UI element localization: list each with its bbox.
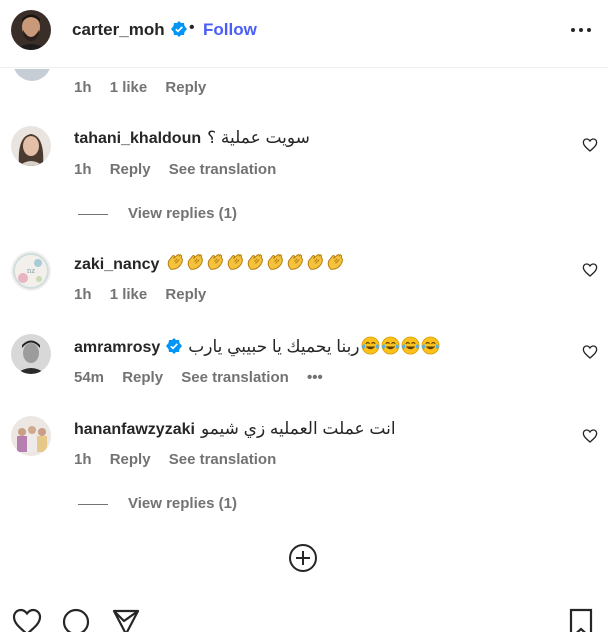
comment-meta: 54m Reply See translation ••• [74,369,337,386]
see-translation-link[interactable]: See translation [181,369,289,386]
comment-text: ربنا يحميك يا حبيبي يارب [188,337,360,356]
clapping-hands-emoji [228,254,244,270]
comment-meta: 1h 1 like Reply [74,79,220,96]
heart-outline-icon[interactable] [582,428,598,444]
add-comment-icon[interactable] [288,543,318,573]
reply-button[interactable]: Reply [122,369,163,386]
view-replies-button[interactable]: View replies (1) [78,205,237,222]
post-username[interactable]: carter_moh [72,20,187,40]
tears-of-joy-emoji [421,336,439,355]
like-icon[interactable] [12,608,42,632]
reply-button[interactable]: Reply [110,451,151,468]
avatar[interactable]: nz [11,251,51,291]
comment-meta: 1h Reply See translation [74,161,290,178]
avatar[interactable] [11,334,51,374]
comment-username[interactable]: amramrosy [74,338,183,356]
see-translation-link[interactable]: See translation [169,451,277,468]
clapping-hands-emoji [168,254,184,270]
divider [78,213,108,215]
clapping-hands-emoji [328,254,344,270]
tears-of-joy-emoji [401,336,419,355]
username-text[interactable]: carter_moh [72,20,165,39]
verified-badge-icon [166,338,183,354]
likes-count[interactable]: 1 like [110,286,148,303]
comment-time: 1h [74,451,92,468]
view-replies-button[interactable]: View replies (1) [78,495,237,512]
follow-button[interactable]: Follow [203,20,257,40]
verified-badge-icon [170,21,187,37]
clapping-hands-emoji [248,254,264,270]
comment-text: انت عملت العمليه زي شيمو [200,419,396,438]
avatar[interactable] [11,10,51,50]
comment-options-button[interactable]: ••• [307,369,323,386]
see-translation-link[interactable]: See translation [169,161,277,178]
clapping-hands-emoji [188,254,204,270]
avatar[interactable] [11,126,51,166]
comment-meta: 1h Reply See translation [74,451,290,468]
heart-outline-icon[interactable] [582,344,598,360]
comment-body: hananfawzyzaki انت عملت العمليه زي شيمو [74,419,396,439]
comment-icon[interactable] [61,608,91,632]
emoji-group [360,336,440,356]
svg-text:nz: nz [27,267,36,275]
comment-time: 54m [74,369,105,386]
comment-username[interactable]: tahani_khaldoun [74,130,201,147]
comment-time: 1h [74,161,92,178]
save-icon[interactable] [566,608,596,632]
likes-count[interactable]: 1 like [110,79,148,96]
tears-of-joy-emoji [361,336,379,355]
reply-button[interactable]: Reply [165,286,206,303]
clapping-hands-emoji [288,254,304,270]
comment-body: zaki_nancy [74,253,345,274]
separator-dot: • [189,19,195,36]
view-replies-label[interactable]: View replies (1) [128,205,237,222]
avatar[interactable] [11,416,51,456]
comment-meta: 1h 1 like Reply [74,286,220,303]
comment-time: 1h [74,286,92,303]
clapping-hands-emoji [208,254,224,270]
divider [78,503,108,505]
heart-outline-icon[interactable] [582,137,598,153]
reply-button[interactable]: Reply [165,79,206,96]
comment-body: tahani_khaldoun سويت عملية ؟ [74,128,310,148]
heart-outline-icon[interactable] [582,262,598,278]
comment-text [165,254,345,273]
comment-time: 1h [74,79,92,96]
more-options-icon[interactable] [569,20,593,40]
share-icon[interactable] [111,608,141,632]
tears-of-joy-emoji [381,336,399,355]
comment-text: سويت عملية ؟ [207,128,310,147]
clapping-hands-emoji [268,254,284,270]
view-replies-label[interactable]: View replies (1) [128,495,237,512]
reply-button[interactable]: Reply [110,161,151,178]
comment-username[interactable]: hananfawzyzaki [74,421,195,438]
clapping-hands-emoji [308,254,324,270]
comment-username[interactable]: zaki_nancy [74,256,159,273]
post-header: carter_moh • Follow [0,0,608,68]
comment-body: amramrosy ربنا يحميك يا حبيبي يارب [74,336,440,357]
username-text[interactable]: amramrosy [74,339,160,356]
